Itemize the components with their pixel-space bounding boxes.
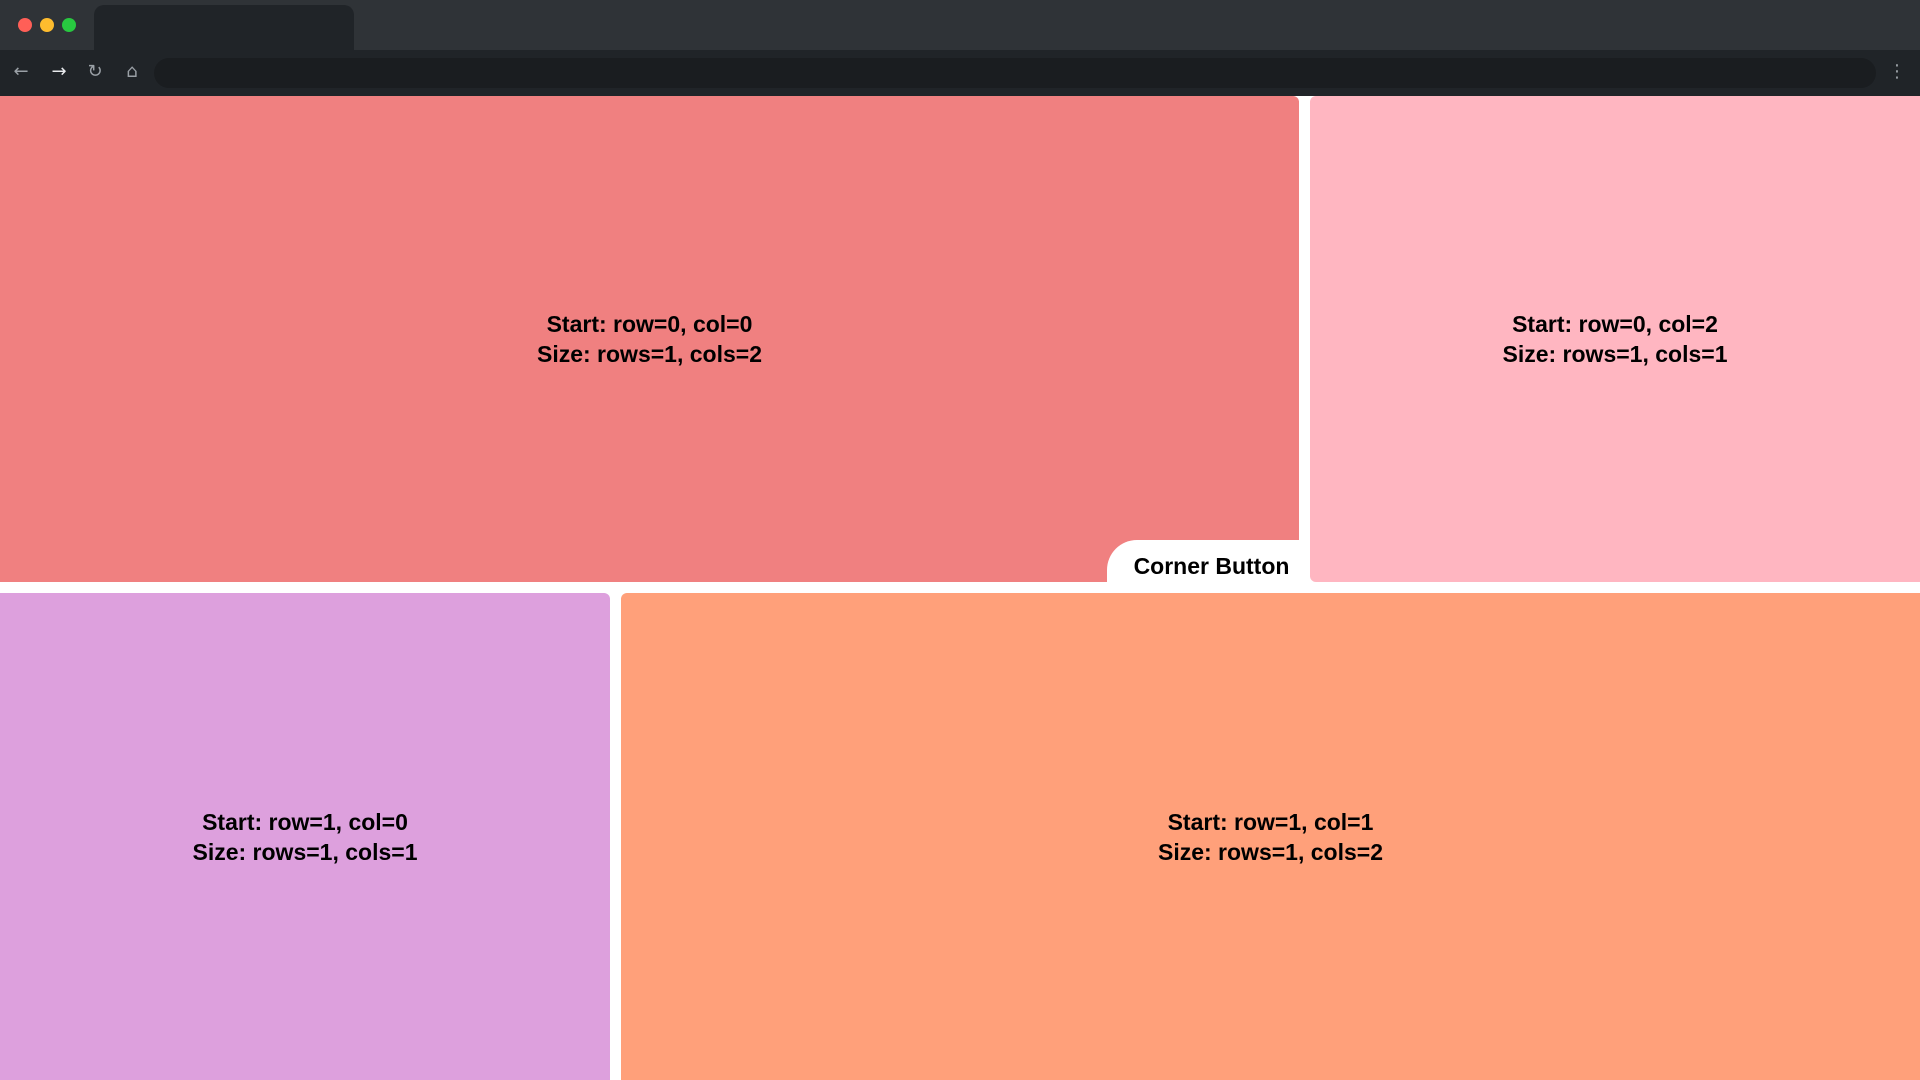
kebab-menu-icon[interactable]: ⋮ [1886, 61, 1908, 83]
grid-cell-row0-col2: Start: row=0, col=2 Size: rows=1, cols=1 [1310, 96, 1920, 582]
browser-tab[interactable] [94, 5, 354, 50]
cell-start-label: Start: row=0, col=0 [546, 311, 753, 337]
home-icon[interactable]: ⌂ [121, 61, 143, 83]
address-bar[interactable] [154, 58, 1876, 88]
forward-arrow-icon[interactable]: → [48, 61, 70, 83]
back-arrow-icon[interactable]: ← [10, 61, 32, 83]
cell-start-label: Start: row=0, col=2 [1512, 311, 1718, 337]
cell-size-label: Size: rows=1, cols=2 [536, 341, 762, 367]
cell-size-label: Size: rows=1, cols=1 [192, 838, 418, 865]
corner-button[interactable]: Corner Button [1107, 540, 1310, 593]
reload-icon[interactable]: ↻ [84, 61, 106, 83]
cell-start-label: Start: row=1, col=0 [202, 808, 408, 835]
browser-toolbar: ← → ↻ ⌂ ⋮ [0, 50, 1920, 96]
browser-chrome: ← → ↻ ⌂ ⋮ [0, 0, 1920, 96]
cell-size-label: Size: rows=1, cols=2 [1157, 838, 1383, 865]
grid-cell-row0-col0: Start: row=0, col=0 Size: rows=1, cols=2 [0, 96, 1299, 582]
grid-cell-row1-col0: Start: row=1, col=0 Size: rows=1, cols=1 [0, 593, 610, 1080]
cell-size-label: Size: rows=1, cols=1 [1502, 341, 1728, 367]
page-viewport: Start: row=0, col=0 Size: rows=1, cols=2… [0, 96, 1920, 1080]
maximize-window-button[interactable] [62, 18, 76, 32]
grid-cell-row1-col1: Start: row=1, col=1 Size: rows=1, cols=2 [621, 593, 1920, 1080]
minimize-window-button[interactable] [40, 18, 54, 32]
cell-start-label: Start: row=1, col=1 [1167, 808, 1374, 835]
title-bar [0, 0, 1920, 50]
close-window-button[interactable] [18, 18, 32, 32]
